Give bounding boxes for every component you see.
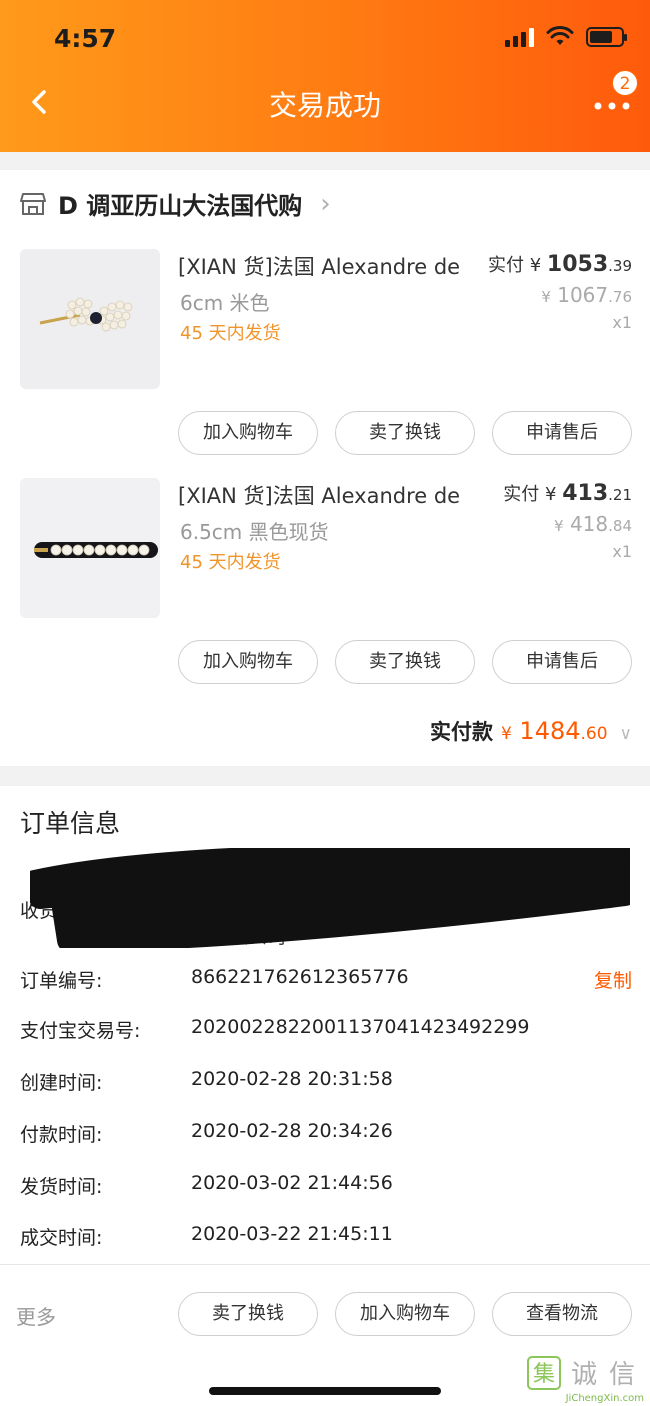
product-spec: 6.5cm 黑色现货 [180,520,329,544]
alipay-value: 2020022822001137041423492299 [191,1016,530,1038]
more-button[interactable]: 更多 [16,1301,56,1330]
svg-text:信: 信 [609,1360,635,1390]
paid-time-value: 2020-02-28 20:34:26 [191,1120,393,1142]
quantity: x1 [612,313,632,332]
order-number-label: 订单编号: [20,970,103,992]
wifi-icon [546,26,574,45]
shipped-time-value: 2020-03-02 21:44:56 [191,1172,393,1194]
order-item[interactable]: [XIAN 货]法国 Alexandre de 6cm 米色 45 天内发货 实… [0,249,650,469]
section-title: 订单信息 [20,809,121,838]
product-image[interactable] [20,478,160,618]
bottom-actions: 卖了换钱 加入购物车 查看物流 [178,1292,632,1336]
resell-button[interactable]: 卖了换钱 [178,1292,318,1336]
watermark-url: JiChengXin.com [565,1393,644,1404]
watermark-logo: 集 诚 信 [527,1356,635,1390]
item-actions: 加入购物车 卖了换钱 申请售后 [178,640,632,684]
notification-badge: 2 [612,70,638,96]
shipping-note: 45 天内发货 [180,552,281,573]
add-to-cart-button[interactable]: 加入购物车 [335,1292,475,1336]
total-payment[interactable]: 实付款 ¥ 1484.60 ∨ [430,716,632,746]
product-spec: 6cm 米色 [180,291,270,315]
product-title[interactable]: [XIAN 货]法国 Alexandre de [178,251,478,281]
original-price: ¥ 418.84 [554,512,632,536]
done-time-value: 2020-03-22 21:45:11 [191,1223,393,1245]
created-time-value: 2020-02-28 20:31:58 [191,1068,393,1090]
header-bar: 4:57 交易成功 2 [0,0,650,152]
svg-text:诚: 诚 [571,1360,597,1390]
battery-icon [586,27,627,47]
resell-button[interactable]: 卖了换钱 [335,411,475,455]
add-to-cart-button[interactable]: 加入购物车 [178,640,318,684]
add-to-cart-button[interactable]: 加入购物车 [178,411,318,455]
page-title: 交易成功 [268,89,381,122]
bottom-action-bar: 更多 卖了换钱 加入购物车 查看物流 集 诚 信 JiChengXin.com [0,1264,650,1406]
order-items-card: D 调亚历山大法国代购 › [XIAN 货]法国 Alexandre de 6c… [0,170,650,766]
shipping-note: 45 天内发货 [180,323,281,344]
home-indicator [209,1387,441,1395]
total-amount: ¥ 1484.60 [500,717,608,745]
paid-price: 实付 ¥ 1053.39 [487,252,632,277]
shipped-time-label: 发货时间: [20,1176,103,1198]
signal-icon [505,27,534,47]
order-item[interactable]: [XIAN 货]法国 Alexandre de 6.5cm 黑色现货 45 天内… [0,478,650,698]
chevron-right-icon: › [320,188,331,219]
item-actions: 加入购物车 卖了换钱 申请售后 [178,411,632,455]
product-title[interactable]: [XIAN 货]法国 Alexandre de [178,480,478,510]
status-time: 4:57 [54,24,117,53]
after-sales-button[interactable]: 申请售后 [492,411,632,455]
paid-price: 实付 ¥ 413.21 [503,481,632,506]
original-price: ¥ 1067.76 [541,283,632,307]
total-label: 实付款 [429,720,493,744]
done-time-label: 成交时间: [20,1227,103,1249]
price-column: 实付 ¥ 1053.39 ¥ 1067.76 x1 [488,251,632,332]
order-number-value: 866221762612365776 [191,966,409,988]
chevron-down-icon[interactable]: ∨ [620,724,632,744]
store-icon [20,192,46,215]
quantity: x1 [612,542,632,561]
product-image[interactable] [20,249,160,389]
alipay-label: 支付宝交易号: [20,1020,141,1042]
redaction-scribble [30,848,630,948]
paid-time-label: 付款时间: [20,1124,103,1146]
status-icons [505,26,627,48]
order-info-card: 订单信息 收货信息: 康**涛，86-1878686999** ********… [0,786,650,1264]
svg-text:集: 集 [533,1362,555,1387]
shop-name: D 调亚历山大法国代购 [58,192,303,220]
shop-header[interactable]: D 调亚历山大法国代购 › [20,186,331,221]
created-time-label: 创建时间: [20,1072,103,1094]
copy-button[interactable]: 复制 [594,966,632,993]
resell-button[interactable]: 卖了换钱 [335,640,475,684]
after-sales-button[interactable]: 申请售后 [492,640,632,684]
view-logistics-button[interactable]: 查看物流 [492,1292,632,1336]
price-column: 实付 ¥ 413.21 ¥ 418.84 x1 [503,480,632,561]
